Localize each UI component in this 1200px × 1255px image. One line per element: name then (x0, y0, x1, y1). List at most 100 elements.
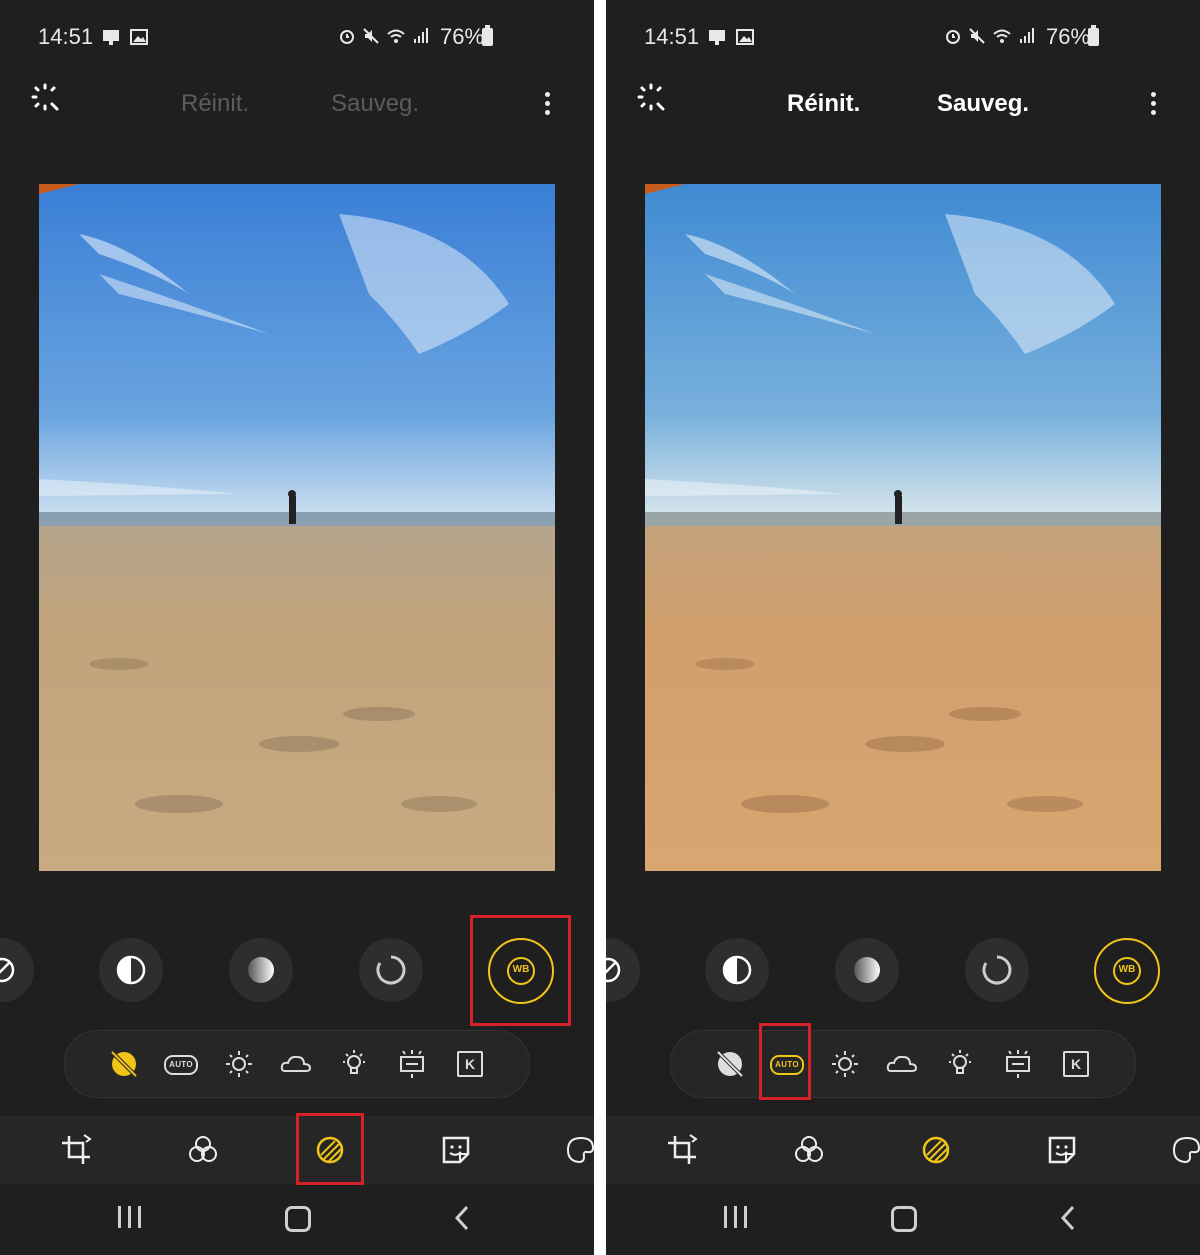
editor-bottom-nav (0, 1116, 594, 1184)
mute-icon (363, 28, 379, 44)
reset-button[interactable]: Réinit. (181, 90, 249, 118)
photo-preview (645, 184, 1161, 871)
exposure-dial[interactable] (606, 938, 640, 1002)
home-button[interactable] (285, 1206, 311, 1232)
white-balance-dial[interactable]: WB (488, 938, 554, 1004)
more-options-icon[interactable] (1143, 90, 1163, 118)
recent-apps-button[interactable] (724, 1206, 747, 1228)
nav-crop[interactable] (57, 1131, 95, 1169)
saturation-icon (376, 955, 406, 985)
wb-label: WB (1118, 964, 1136, 975)
editor-toolbar: Réinit. Sauveg. (606, 78, 1200, 128)
back-icon[interactable] (452, 1204, 472, 1232)
save-button[interactable]: Sauveg. (937, 90, 1029, 118)
signal-icon (414, 28, 428, 43)
kelvin-icon: K (457, 1051, 483, 1077)
status-time: 14:51 (38, 24, 94, 49)
contrast-dial[interactable] (99, 938, 163, 1002)
daylight-preset[interactable] (220, 1045, 258, 1083)
battery-level: 76% (1046, 24, 1091, 49)
beach-photo (645, 184, 1161, 871)
exposure-icon (0, 957, 15, 983)
nav-draw[interactable] (1168, 1131, 1200, 1169)
battery-level: 76% (440, 24, 485, 49)
contrast-dial[interactable] (705, 938, 769, 1002)
wifi-icon (387, 29, 405, 43)
nav-filters[interactable] (790, 1131, 828, 1169)
wifi-icon (993, 29, 1011, 43)
kelvin-icon: K (1063, 1051, 1089, 1077)
screen-mirror-icon (709, 30, 725, 45)
auto-enhance-icon[interactable] (636, 82, 666, 112)
contrast-icon (116, 955, 146, 985)
system-icons (944, 27, 1036, 45)
cloudy-preset[interactable] (277, 1045, 315, 1083)
reset-button[interactable]: Réinit. (787, 90, 860, 118)
nav-draw[interactable] (562, 1131, 594, 1169)
filters-icon (795, 1136, 823, 1162)
nav-crop[interactable] (663, 1131, 701, 1169)
wb-off-preset[interactable] (711, 1045, 749, 1083)
notification-icons (708, 28, 754, 46)
auto-wb-icon: AUTO (770, 1055, 804, 1075)
tone-icon (316, 1136, 344, 1164)
saturation-icon (982, 955, 1012, 985)
contrast-icon (722, 955, 752, 985)
nav-sticker[interactable] (437, 1131, 475, 1169)
kelvin-preset[interactable]: K (451, 1045, 489, 1083)
exposure-dial[interactable] (0, 938, 34, 1002)
crop-icon (668, 1134, 698, 1164)
home-button[interactable] (891, 1206, 917, 1232)
wb-off-icon (110, 1050, 138, 1078)
auto-wb-preset[interactable]: AUTO (162, 1045, 200, 1083)
mute-icon (969, 28, 985, 44)
saturation-dial[interactable] (965, 938, 1029, 1002)
wb-label: WB (512, 964, 530, 975)
status-bar: 14:51 76% (606, 22, 1200, 54)
daylight-preset[interactable] (826, 1045, 864, 1083)
draw-icon (566, 1136, 594, 1164)
gradient-dial[interactable] (229, 938, 293, 1002)
cloudy-icon (280, 1055, 312, 1072)
nav-tone[interactable] (311, 1131, 349, 1169)
crop-icon (62, 1134, 92, 1164)
tungsten-icon (949, 1050, 971, 1074)
beach-photo (39, 184, 555, 871)
auto-wb-icon: AUTO (164, 1055, 198, 1075)
more-options-icon[interactable] (537, 90, 557, 118)
sticker-icon (442, 1136, 470, 1164)
save-button[interactable]: Sauveg. (331, 90, 419, 118)
tungsten-preset[interactable] (335, 1045, 373, 1083)
auto-wb-preset[interactable]: AUTO (768, 1045, 806, 1083)
saturation-dial[interactable] (359, 938, 423, 1002)
wb-off-preset[interactable] (105, 1045, 143, 1083)
battery-icon (482, 25, 493, 46)
kelvin-preset[interactable]: K (1057, 1045, 1095, 1083)
nav-sticker[interactable] (1043, 1131, 1081, 1169)
gradient-icon (248, 957, 274, 983)
auto-enhance-icon[interactable] (30, 82, 60, 112)
cloudy-preset[interactable] (883, 1045, 921, 1083)
wb-preset-bar: AUTO K (670, 1030, 1136, 1098)
daylight-icon (832, 1051, 858, 1077)
back-icon[interactable] (1058, 1204, 1078, 1232)
adjustment-dials: WB (606, 938, 1200, 1004)
exposure-icon (606, 957, 621, 983)
status-bar: 14:51 76% (0, 22, 594, 54)
wb-preset-bar: AUTO K (64, 1030, 530, 1098)
gallery-icon (736, 29, 754, 45)
cloudy-icon (886, 1055, 918, 1072)
tungsten-preset[interactable] (941, 1045, 979, 1083)
white-balance-dial[interactable]: WB (1094, 938, 1160, 1004)
screen-mirror-icon (103, 30, 119, 45)
nav-filters[interactable] (184, 1131, 222, 1169)
nav-tone[interactable] (917, 1131, 955, 1169)
fluorescent-preset[interactable] (999, 1045, 1037, 1083)
system-icons (338, 27, 430, 45)
daylight-icon (226, 1051, 252, 1077)
fluorescent-preset[interactable] (393, 1045, 431, 1083)
phone-screen-left: 14:51 76% Réinit. Sauveg. WB AUTO K (0, 0, 594, 1255)
gradient-icon (854, 957, 880, 983)
gradient-dial[interactable] (835, 938, 899, 1002)
recent-apps-button[interactable] (118, 1206, 141, 1228)
